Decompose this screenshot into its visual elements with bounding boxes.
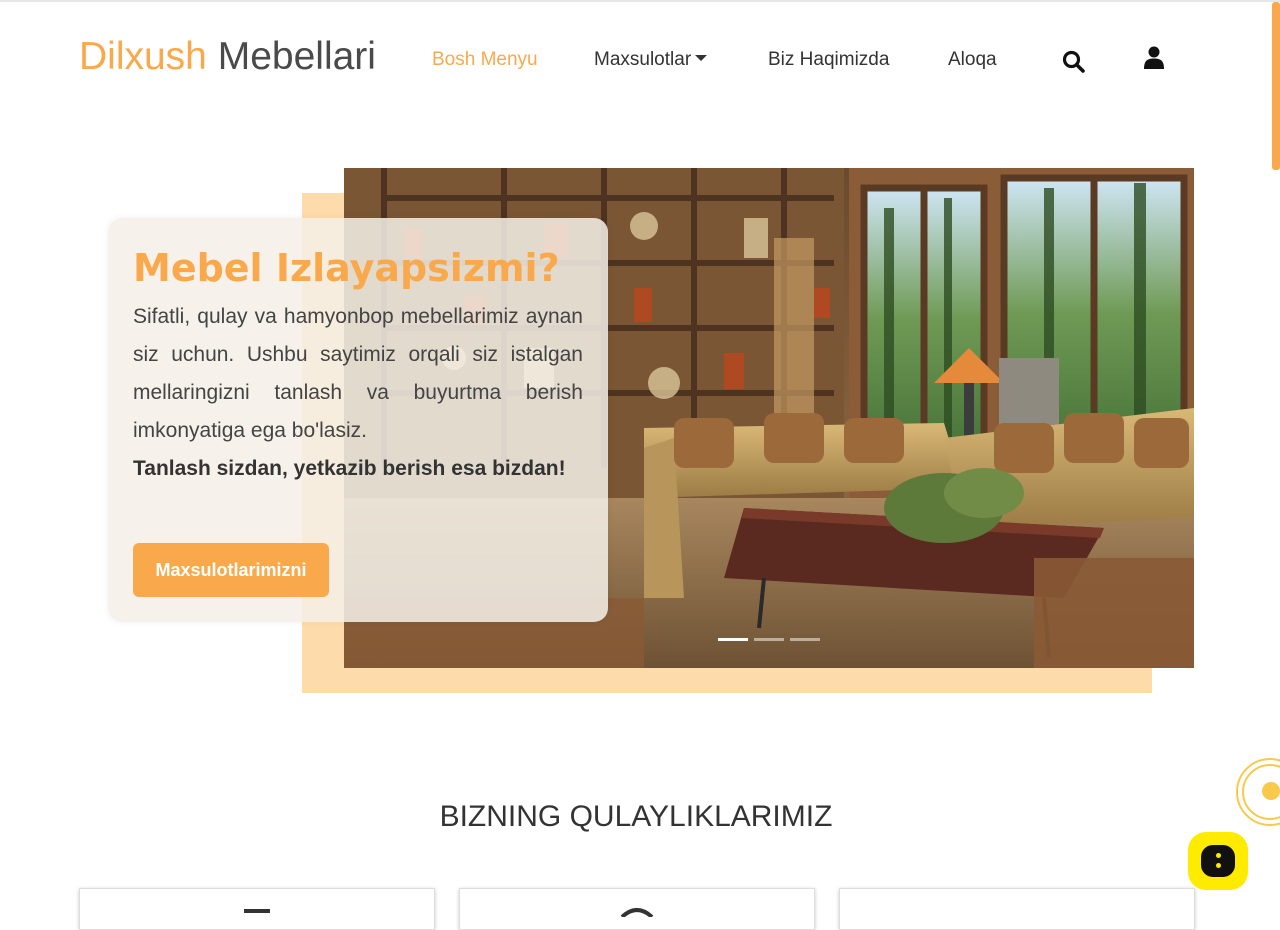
feature-card-1 — [79, 888, 435, 930]
brand-part2: Mebellari — [217, 35, 376, 78]
brand-logo[interactable]: Dilxush Mebellari — [79, 34, 376, 80]
section-title: BIZNING QULAYLIKLARIMIZ — [439, 800, 833, 833]
chat-icon[interactable] — [1188, 832, 1248, 890]
call-widget-knob — [1262, 782, 1280, 800]
feature-card-2 — [459, 888, 815, 930]
nav-item-home[interactable]: Bosh Menyu — [432, 49, 538, 71]
nav-item-contact[interactable]: Aloqa — [948, 49, 997, 71]
hero-card: Mebel Izlayapsizmi? Sifatli, qulay va ha… — [108, 218, 608, 622]
caret-down-icon — [695, 55, 708, 62]
chat-dot-1 — [1216, 853, 1221, 858]
feature-2-icon — [620, 908, 654, 917]
carousel-indicator-2[interactable] — [754, 638, 784, 641]
hero-title: Mebel Izlayapsizmi? — [133, 246, 560, 290]
carousel-indicator-1[interactable] — [718, 638, 748, 641]
nav-item-products-label: Maxsulotlar — [594, 49, 692, 70]
feature-card-3 — [839, 888, 1195, 930]
nav-item-products[interactable]: Maxsulotlar — [594, 49, 708, 71]
user-icon[interactable] — [1143, 46, 1171, 74]
hero-description: Sifatli, qulay va hamyonbop mebellarimiz… — [133, 305, 583, 442]
hero-slogan: Tanlash sizdan, yetkazib berish esa bizd… — [133, 457, 566, 480]
feature-1-icon — [244, 909, 270, 913]
scrollbar[interactable] — [1272, 2, 1280, 170]
chat-dot-2 — [1216, 863, 1221, 868]
carousel-indicator-3[interactable] — [790, 638, 820, 641]
chat-bubble — [1201, 845, 1235, 877]
products-button[interactable]: Maxsulotlarimizni — [133, 543, 329, 597]
search-icon[interactable] — [1061, 49, 1089, 77]
nav-item-about[interactable]: Biz Haqimizda — [768, 49, 889, 71]
navbar: Dilxush Mebellari Bosh Menyu Maxsulotlar… — [0, 0, 1270, 120]
brand-part1: Dilxush — [79, 35, 207, 78]
